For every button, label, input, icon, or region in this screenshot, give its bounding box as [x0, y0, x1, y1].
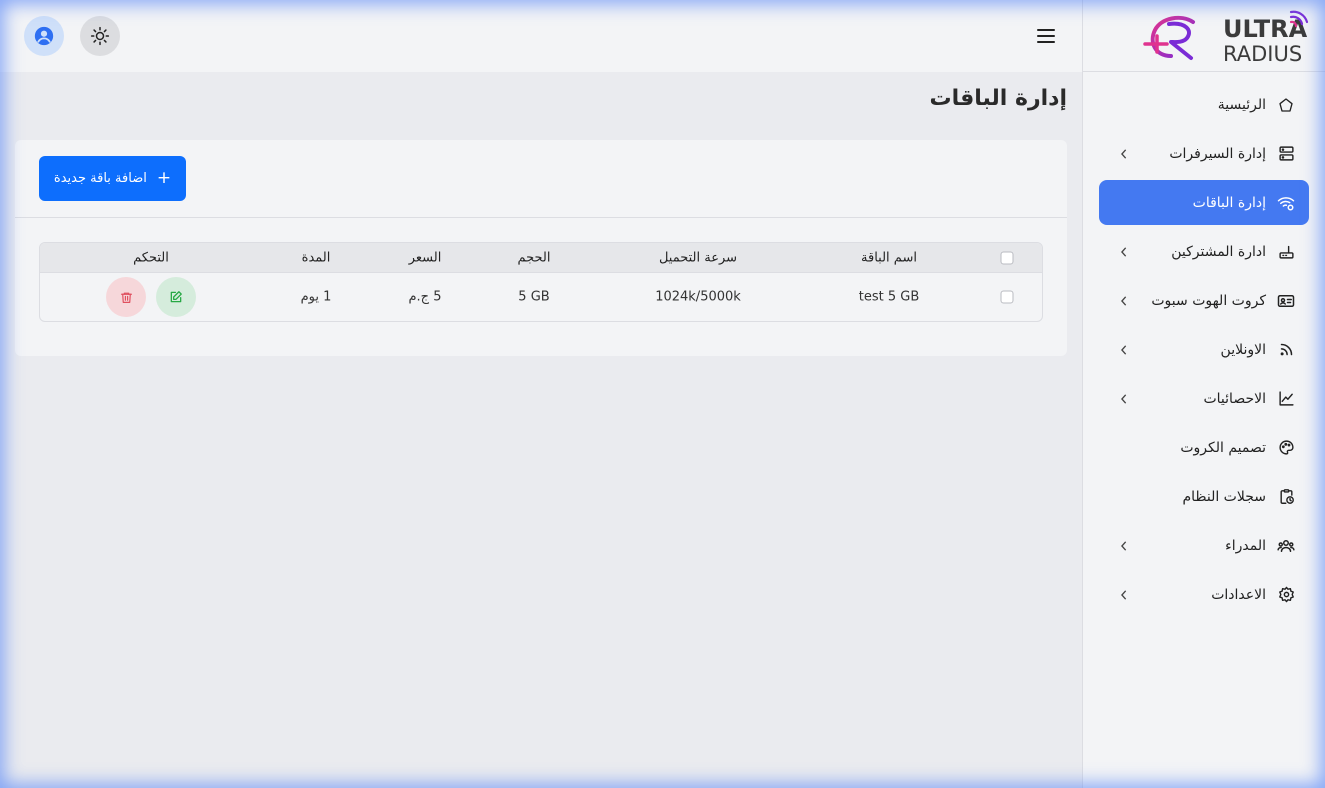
sun-icon: [90, 26, 110, 46]
brand-logo-area: ULTRA RADIUS: [1083, 0, 1325, 72]
sidebar-item-label: المدراء: [1225, 537, 1266, 554]
sidebar-item-label: الرئيسية: [1217, 96, 1266, 113]
delete-button[interactable]: [106, 277, 146, 317]
add-package-button[interactable]: + اضافة باقة جديدة: [39, 156, 186, 201]
chart-line-icon: [1277, 390, 1295, 408]
sidebar-item-admins[interactable]: المدراء: [1099, 523, 1309, 568]
router-icon: [1277, 243, 1295, 261]
sidebar-item-hotspot-cards[interactable]: كروت الهوت سبوت: [1099, 278, 1309, 323]
sidebar-item-card-design[interactable]: تصميم الكروت: [1099, 425, 1309, 470]
column-header-name[interactable]: اسم الباقة: [861, 250, 917, 265]
sidebar-nav: الرئيسية إدارة السيرفرات إدارة الباقات ا…: [1083, 72, 1325, 617]
theme-toggle-button[interactable]: [80, 16, 120, 56]
cell-size: 5 GB: [518, 289, 550, 305]
sidebar-item-settings[interactable]: الاعدادات: [1099, 572, 1309, 617]
table-row: test 5 GB 1024k/5000k 5 GB 5 ج.م 1 يوم: [40, 273, 1042, 321]
sidebar-item-online[interactable]: الاونلاين: [1099, 327, 1309, 372]
palette-icon: [1277, 439, 1295, 457]
column-header-duration[interactable]: المدة: [302, 250, 331, 265]
row-select-checkbox[interactable]: [1000, 290, 1014, 304]
column-header-actions: التحكم: [133, 250, 169, 265]
page-title: إدارة الباقات: [929, 86, 1068, 111]
chevron-left-icon: [1119, 344, 1129, 355]
sidebar-item-system-logs[interactable]: سجلات النظام: [1099, 474, 1309, 519]
sidebar-item-label: الاعدادات: [1211, 586, 1266, 603]
column-header-size[interactable]: الحجم: [517, 250, 550, 265]
menu-toggle-button[interactable]: [1036, 26, 1056, 46]
top-bar: [0, 0, 1082, 72]
sidebar-item-label: تصميم الكروت: [1180, 439, 1266, 456]
trash-icon: [120, 292, 132, 303]
chevron-left-icon: [1119, 540, 1129, 551]
chevron-left-icon: [1119, 589, 1129, 600]
chevron-left-icon: [1119, 148, 1129, 159]
clipboard-clock-icon: [1277, 488, 1295, 506]
plus-icon: +: [156, 168, 172, 188]
edit-button[interactable]: [156, 277, 196, 317]
card-header: + اضافة باقة جديدة: [15, 140, 1067, 218]
cell-download-speed: 1024k/5000k: [655, 289, 741, 305]
sidebar-item-subscribers[interactable]: ادارة المشتركين: [1099, 229, 1309, 274]
sidebar-item-packages[interactable]: إدارة الباقات: [1099, 180, 1309, 225]
rss-icon: [1277, 341, 1295, 359]
brand-logo-line2: RADIUS: [1223, 42, 1302, 64]
edit-icon: [170, 291, 182, 303]
cell-duration: 1 يوم: [300, 289, 332, 305]
column-header-price[interactable]: السعر: [409, 250, 442, 265]
gear-icon: [1277, 586, 1295, 604]
server-icon: [1277, 145, 1295, 163]
table-header-row: اسم الباقة سرعة التحميل الحجم السعر المد…: [40, 243, 1042, 273]
users-icon: [1277, 537, 1295, 555]
chevron-left-icon: [1119, 295, 1129, 306]
user-circle-icon: [34, 26, 54, 46]
packages-card: + اضافة باقة جديدة اسم الباقة سرعة التحم…: [15, 140, 1067, 356]
sidebar-item-label: الاونلاين: [1220, 341, 1266, 358]
add-package-button-label: اضافة باقة جديدة: [53, 171, 147, 186]
sidebar-item-servers[interactable]: إدارة السيرفرات: [1099, 131, 1309, 176]
sidebar-item-label: إدارة الباقات: [1192, 194, 1266, 211]
sidebar-item-home[interactable]: الرئيسية: [1099, 82, 1309, 127]
sidebar-item-label: ادارة المشتركين: [1171, 243, 1266, 260]
sidebar-item-label: إدارة السيرفرات: [1169, 145, 1266, 162]
sidebar: ULTRA RADIUS الرئيسية إدارة السيرفرات إد…: [1082, 0, 1325, 788]
user-profile-button[interactable]: [24, 16, 64, 56]
sidebar-item-label: سجلات النظام: [1182, 488, 1266, 505]
sidebar-item-label: كروت الهوت سبوت: [1151, 292, 1266, 309]
id-card-icon: [1277, 292, 1295, 310]
chevron-left-icon: [1119, 393, 1129, 404]
home-icon: [1277, 96, 1295, 114]
column-header-speed[interactable]: سرعة التحميل: [659, 250, 737, 265]
brand-logo[interactable]: ULTRA RADIUS: [1141, 8, 1309, 64]
cell-package-name: test 5 GB: [858, 289, 920, 305]
chevron-left-icon: [1119, 246, 1129, 257]
wifi-settings-icon: [1277, 194, 1295, 212]
hamburger-icon: [1037, 29, 1055, 43]
packages-table: اسم الباقة سرعة التحميل الحجم السعر المد…: [39, 242, 1043, 322]
select-all-checkbox[interactable]: [1000, 251, 1014, 264]
brand-logo-line1: ULTRA: [1223, 15, 1308, 43]
sidebar-item-statistics[interactable]: الاحصائيات: [1099, 376, 1309, 421]
cell-price: 5 ج.م: [408, 289, 442, 305]
sidebar-item-label: الاحصائيات: [1203, 390, 1266, 407]
